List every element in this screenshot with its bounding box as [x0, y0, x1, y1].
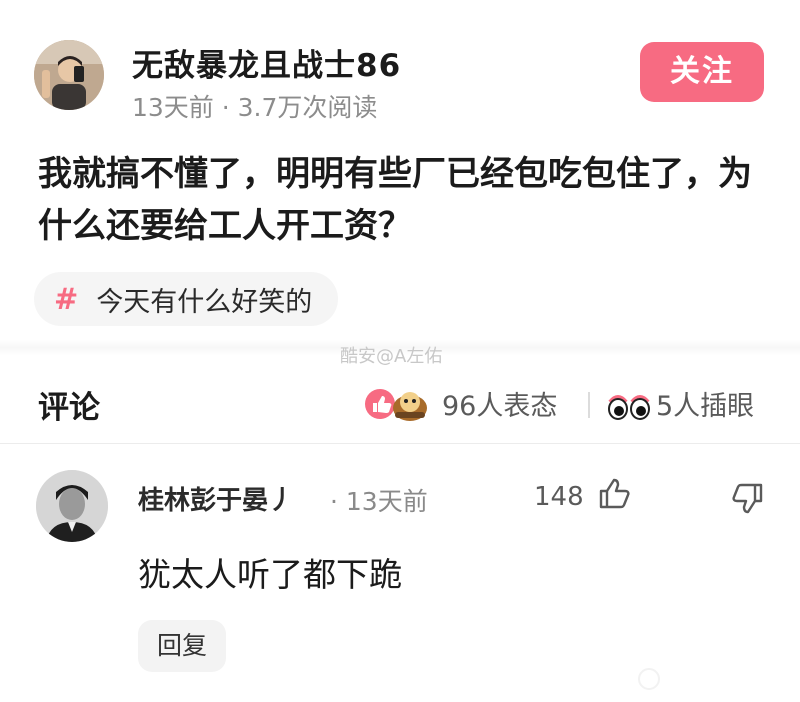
faint-circle-mark — [638, 668, 660, 690]
thumbs-up-icon[interactable] — [596, 476, 632, 512]
eyes-count: 5人插眼 — [656, 391, 755, 422]
bar-separator — [588, 392, 590, 418]
topic-chip[interactable]: # 今天有什么好笑的 — [34, 272, 339, 326]
author-avatar[interactable] — [34, 40, 104, 110]
hashtag-icon: # — [54, 282, 79, 316]
thumbs-down-icon[interactable] — [730, 480, 766, 516]
like-count: 148 — [534, 482, 584, 512]
commenter-avatar[interactable] — [36, 470, 108, 542]
topic-label: 今天有什么好笑的 — [96, 286, 313, 318]
comment-text: 犹太人听了都下跪 — [138, 555, 402, 594]
comment-item: 桂林彭于晏丿 · 13天前 148 犹太人听了都下跪 回复 — [0, 444, 800, 702]
author-name[interactable]: 无敌暴龙且战士86 — [132, 40, 401, 85]
post-meta: 13天前 · 3.7万次阅读 — [132, 93, 378, 122]
reply-button[interactable]: 回复 — [138, 620, 226, 672]
comments-title: 评论 — [38, 390, 100, 426]
post-header: 无敌暴龙且战士86 13天前 · 3.7万次阅读 关注 — [0, 0, 800, 130]
post-text: 我就搞不懂了，明明有些厂已经包吃包住了，为什么还要给工人开工资？ — [38, 154, 752, 246]
comments-bar: 评论 96人表态 5人插眼 — [0, 362, 800, 444]
commenter-name[interactable]: 桂林彭于晏丿 — [138, 480, 294, 517]
reaction-emoji-icons[interactable] — [362, 384, 434, 424]
follow-button[interactable]: 关注 — [640, 42, 764, 102]
reaction-count: 96人表态 — [442, 391, 558, 422]
comment-time: · 13天前 — [330, 487, 428, 516]
eyes-icon[interactable] — [606, 384, 652, 424]
